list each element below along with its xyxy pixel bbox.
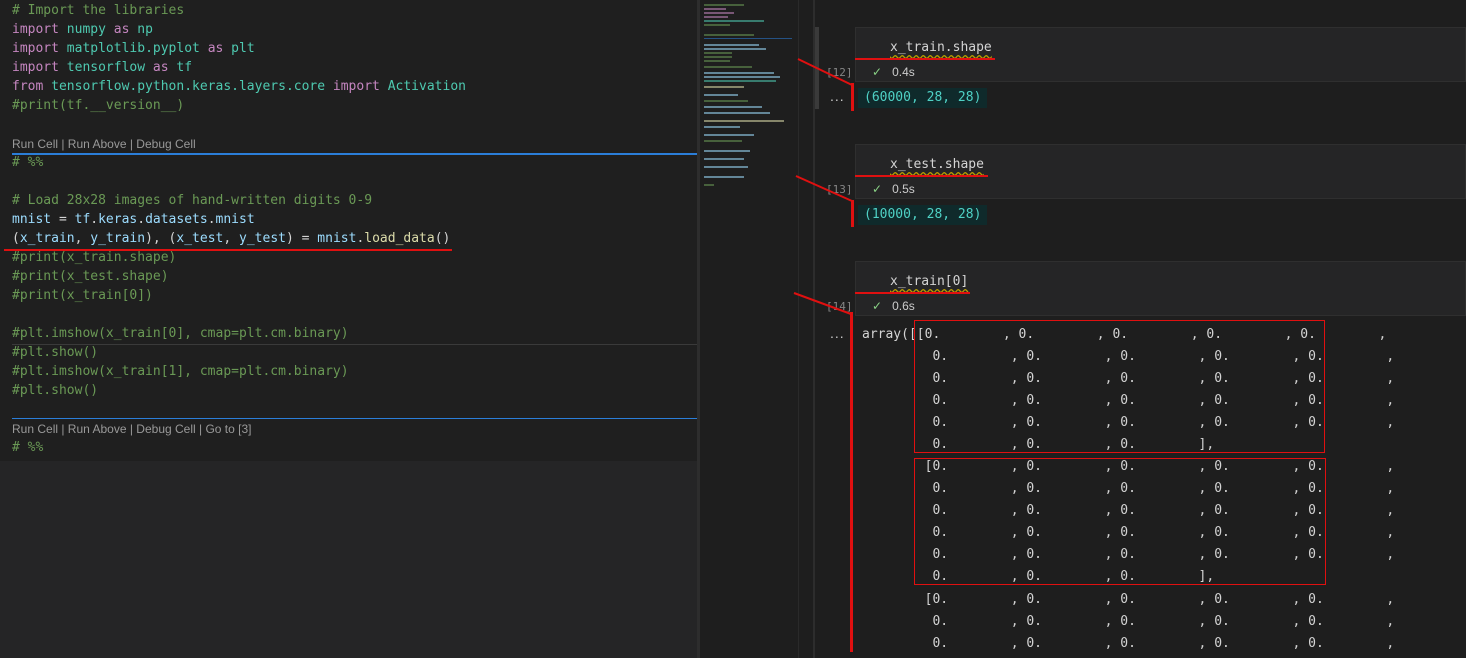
minimap-line [704, 80, 776, 82]
minimap-line [704, 150, 750, 152]
minimap-line [704, 184, 714, 186]
code-line: import tensorflow as tf [12, 60, 193, 75]
line-highlight-border [12, 344, 697, 345]
cell-separator [12, 153, 697, 155]
array-row: [0. , 0. , 0. , 0. , 0. , [862, 592, 1395, 607]
code-line: #plt.show() [12, 383, 99, 398]
annotation-underline [4, 249, 452, 251]
minimap-line [704, 4, 744, 6]
minimap-line [704, 38, 792, 39]
cell-source[interactable]: x_train[0] [890, 274, 968, 289]
annotation-underline [855, 175, 988, 177]
minimap-line [704, 60, 730, 62]
codelens-run-cell[interactable]: Run Cell | Run Above | Debug Cell | Go t… [12, 422, 251, 436]
minimap-line [704, 8, 726, 10]
minimap-line [704, 52, 732, 54]
annotation-box [914, 458, 1326, 585]
code-line: mnist = tf.keras.datasets.mnist [12, 212, 255, 227]
array-row: 0. , 0. , 0. , 0. , 0. , [862, 636, 1395, 651]
cell-status: ✓ 0.6s [872, 299, 915, 313]
minimap-line [704, 176, 744, 178]
execution-count: [12] [826, 66, 853, 79]
code-line: from tensorflow.python.keras.layers.core… [12, 79, 466, 94]
code-line: #print(x_test.shape) [12, 269, 169, 284]
minimap-line [704, 24, 730, 26]
exec-time: 0.4s [892, 65, 915, 79]
minimap-line [704, 86, 744, 88]
code-line: import numpy as np [12, 22, 153, 37]
minimap[interactable] [700, 0, 798, 658]
code-line-load-data: (x_train, y_train), (x_test, y_test) = m… [12, 231, 451, 246]
notebook-gutter-edge [798, 0, 799, 658]
annotation-box [914, 320, 1325, 453]
cell-status: ✓ 0.4s [872, 65, 915, 79]
check-icon: ✓ [872, 182, 883, 196]
minimap-line [704, 56, 732, 58]
minimap-line [704, 120, 784, 122]
code-line: #plt.imshow(x_train[1], cmap=plt.cm.bina… [12, 364, 349, 379]
code-line: # Load 28x28 images of hand-written digi… [12, 193, 373, 208]
cell-output: (10000, 28, 28) [858, 205, 988, 225]
annotation-bracket [851, 83, 854, 111]
minimap-line [704, 44, 759, 46]
codelens-run-cell[interactable]: Run Cell | Run Above | Debug Cell [12, 137, 196, 151]
minimap-line [704, 72, 774, 74]
cell-source[interactable]: x_test.shape [890, 157, 984, 172]
minimap-line [704, 94, 738, 96]
code-line: import matplotlib.pyplot as plt [12, 41, 255, 56]
check-icon: ✓ [872, 65, 883, 79]
minimap-line [704, 66, 752, 68]
notebook-cell-input[interactable]: x_test.shape ✓ 0.5s [855, 144, 1466, 199]
notebook-cell-input[interactable]: x_train.shape ✓ 0.4s [855, 27, 1466, 82]
minimap-line [704, 16, 728, 18]
annotation-bracket [851, 200, 854, 227]
exec-time: 0.6s [892, 299, 915, 313]
cell-marker: # %% [12, 440, 44, 455]
minimap-line [704, 166, 748, 168]
minimap-line [704, 76, 780, 78]
execution-count: [13] [826, 183, 853, 196]
cell-focus-bar[interactable] [815, 27, 819, 109]
exec-time: 0.5s [892, 182, 915, 196]
minimap-line [704, 106, 762, 108]
cell-output: (60000, 28, 28) [858, 88, 988, 108]
more-icon[interactable]: ... [830, 88, 845, 104]
cell-separator [12, 418, 697, 419]
minimap-line [704, 112, 770, 114]
minimap-line [704, 158, 744, 160]
minimap-line [704, 134, 754, 136]
minimap-line [704, 34, 754, 36]
notebook-cell-input[interactable]: x_train[0] ✓ 0.6s [855, 261, 1466, 316]
editor-empty-area [0, 461, 697, 658]
cell-source[interactable]: x_train.shape [890, 40, 992, 55]
minimap-line [704, 48, 766, 50]
code-line: #print(tf.__version__) [12, 98, 185, 113]
execution-count: [14] [826, 300, 853, 313]
editor-code-area[interactable]: # Import the libraries import numpy as n… [0, 0, 697, 461]
annotation-bracket [850, 312, 853, 652]
code-line: #plt.show() [12, 345, 99, 360]
code-line: #plt.imshow(x_train[0], cmap=plt.cm.bina… [12, 326, 349, 341]
array-row: 0. , 0. , 0. , 0. , 0. , [862, 614, 1395, 629]
minimap-line [704, 140, 742, 142]
minimap-line [704, 100, 748, 102]
annotation-underline [855, 58, 995, 60]
code-line: # Import the libraries [12, 3, 185, 18]
minimap-line [704, 12, 734, 14]
code-line: #print(x_train[0]) [12, 288, 153, 303]
annotation-underline [855, 292, 970, 294]
code-editor[interactable]: # Import the libraries import numpy as n… [0, 0, 697, 658]
minimap-line [704, 20, 764, 22]
cell-status: ✓ 0.5s [872, 182, 915, 196]
minimap-line [704, 126, 740, 128]
more-icon[interactable]: ... [830, 325, 845, 341]
cell-marker: # %% [12, 155, 44, 170]
check-icon: ✓ [872, 299, 883, 313]
